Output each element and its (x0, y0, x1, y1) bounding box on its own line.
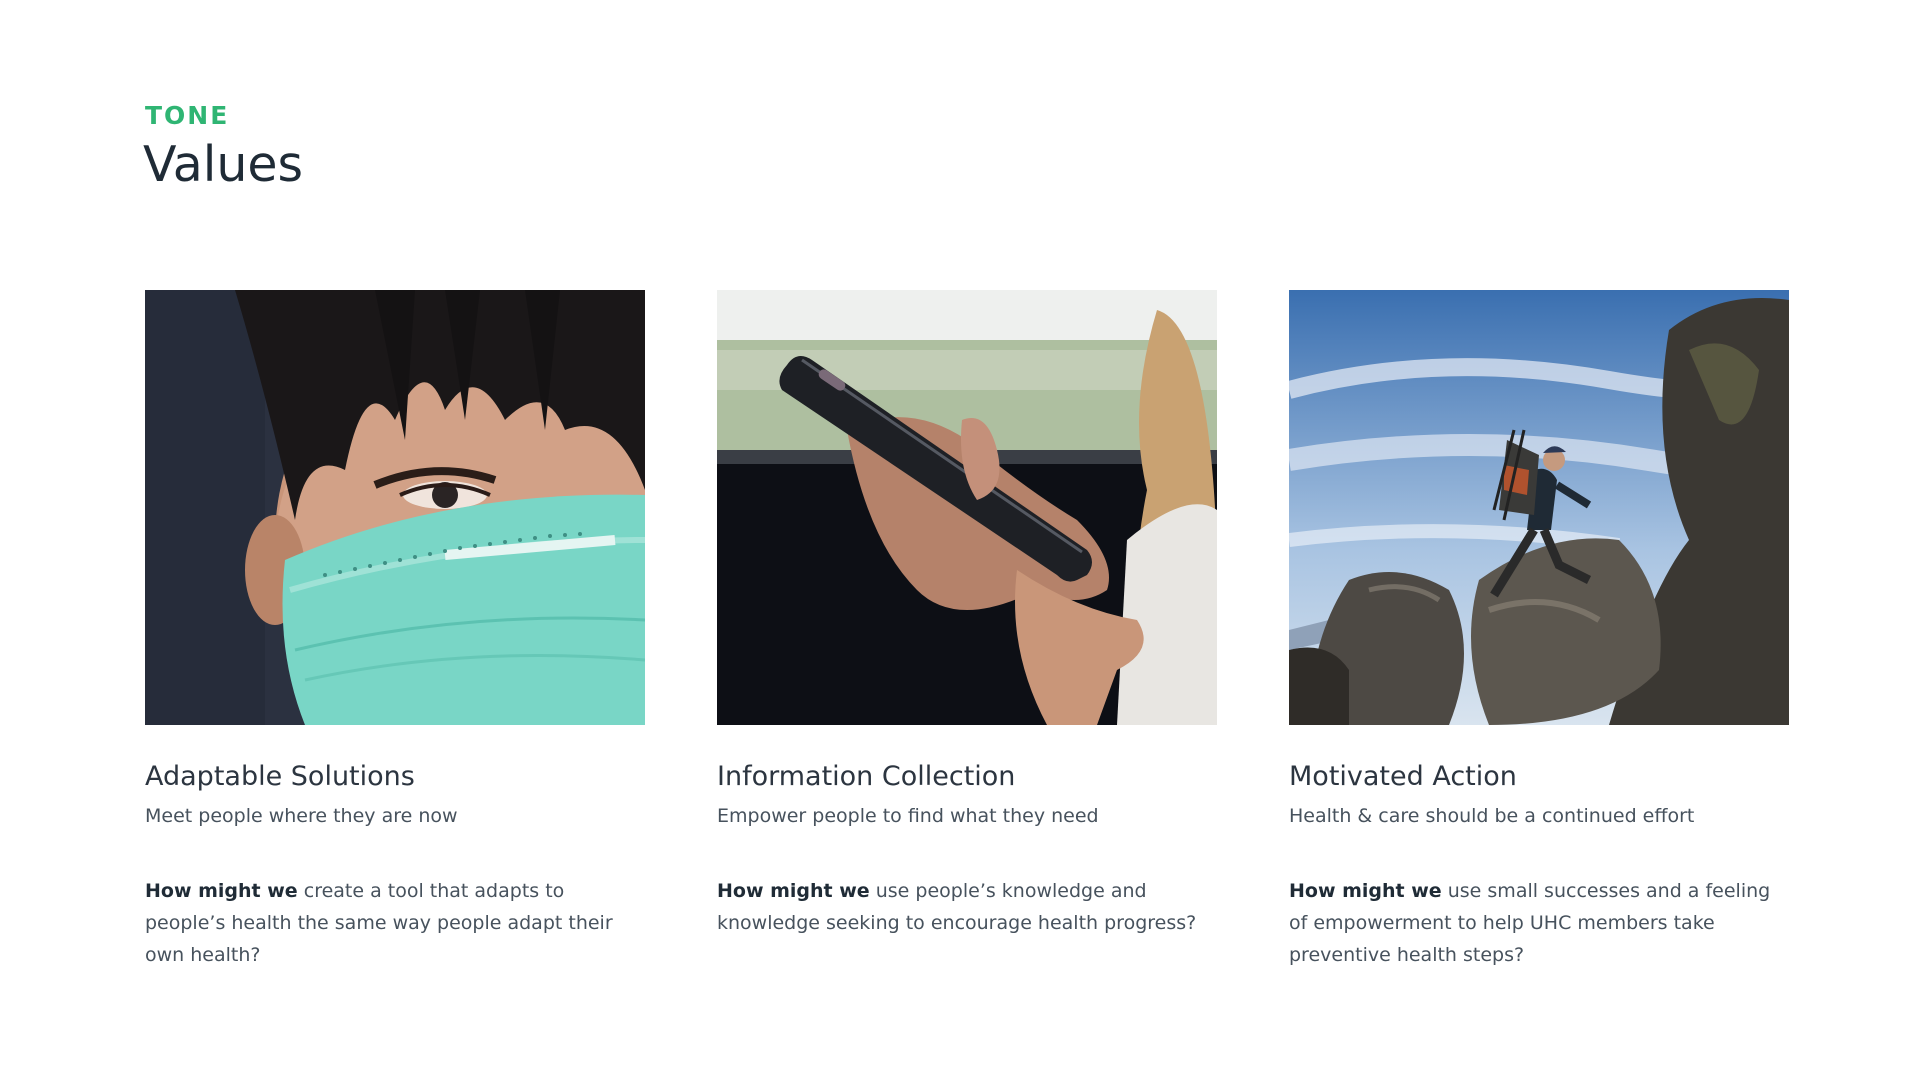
card-subtitle: Empower people to find what they need (717, 805, 1099, 827)
card-title: Motivated Action (1289, 761, 1517, 792)
card-title: Information Collection (717, 761, 1016, 792)
card-subtitle: Health & care should be a continued effo… (1289, 805, 1695, 827)
value-card-adaptable-solutions: Adaptable Solutions Meet people where th… (145, 290, 645, 971)
value-card-motivated-action: Motivated Action Health & care should be… (1289, 290, 1789, 971)
card-body-lead: How might we (717, 880, 870, 902)
card-title: Adaptable Solutions (145, 761, 415, 792)
card-body-lead: How might we (145, 880, 298, 902)
card-body: How might we use small successes and a f… (1289, 875, 1789, 971)
card-subtitle: Meet people where they are now (145, 805, 458, 827)
values-page: TONE Values Adaptable Solutions Meet peo… (0, 0, 1920, 1080)
section-eyebrow: TONE (145, 101, 230, 130)
page-title: Values (143, 136, 304, 193)
masked-person-photo (145, 290, 645, 725)
card-body-lead: How might we (1289, 880, 1442, 902)
card-body: How might we use people’s knowledge and … (717, 875, 1217, 939)
hiker-on-rocks-photo (1289, 290, 1789, 725)
value-card-information-collection: Information Collection Empower people to… (717, 290, 1217, 939)
card-body: How might we create a tool that adapts t… (145, 875, 645, 971)
phone-in-hand-photo (717, 290, 1217, 725)
